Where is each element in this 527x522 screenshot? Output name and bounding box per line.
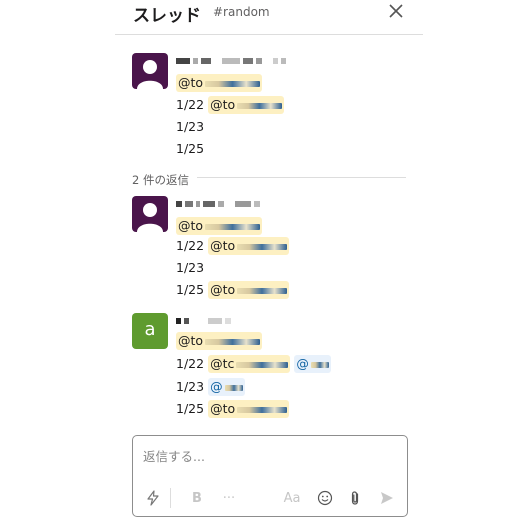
format-toggle-button[interactable]: Aa xyxy=(280,486,304,510)
reply-input[interactable] xyxy=(141,444,395,468)
mention-link[interactable]: @to xyxy=(208,237,290,255)
mention-link[interactable]: @ xyxy=(208,378,245,396)
author-name[interactable] xyxy=(176,55,286,67)
message-line: 1/23 xyxy=(176,258,204,278)
channel-link[interactable]: #random xyxy=(213,5,270,19)
person-icon xyxy=(137,203,163,232)
avatar[interactable] xyxy=(132,196,168,232)
send-icon[interactable] xyxy=(375,486,399,510)
avatar[interactable]: a xyxy=(132,313,168,349)
message-line: @to xyxy=(176,216,263,236)
thread-panel: スレッド #random @to 1/22 @to 1/23 1/25 2 件の… xyxy=(115,0,423,522)
date-text: 1/25 xyxy=(176,401,205,416)
mention-link[interactable]: @to xyxy=(176,332,263,350)
author-name[interactable] xyxy=(176,198,260,210)
mention-link[interactable]: @to xyxy=(208,281,290,299)
reply-composer: B ··· Aa xyxy=(132,435,408,517)
attachment-icon[interactable] xyxy=(343,486,367,510)
mention-link[interactable]: @to xyxy=(208,96,285,114)
date-text: 1/23 xyxy=(176,119,205,134)
message-line: 1/25 @to xyxy=(176,280,290,300)
bold-button[interactable]: B xyxy=(185,486,209,510)
mention-link[interactable]: @to xyxy=(208,400,290,418)
message-line: @to xyxy=(176,73,263,93)
date-text: 1/22 xyxy=(176,238,205,253)
toolbar-divider xyxy=(170,488,171,508)
mention-link[interactable]: @to xyxy=(176,217,263,235)
avatar[interactable] xyxy=(132,53,168,89)
composer-toolbar: B ··· Aa xyxy=(133,486,407,510)
reply-count: 2 件の返信 xyxy=(132,173,197,187)
mention-link[interactable]: @to xyxy=(176,74,263,92)
author-name[interactable] xyxy=(176,315,231,327)
date-text: 1/25 xyxy=(176,282,205,297)
message-line: @to xyxy=(176,331,263,351)
message-line: 1/22 @to xyxy=(176,236,290,256)
date-text: 1/23 xyxy=(176,379,205,394)
date-text: 1/25 xyxy=(176,141,205,156)
replies-divider: 2 件の返信 xyxy=(132,169,406,187)
mention-link[interactable]: @ xyxy=(294,355,331,373)
date-text: 1/22 xyxy=(176,97,205,112)
thread-title: スレッド xyxy=(133,6,201,26)
thread-header: スレッド #random xyxy=(115,0,423,35)
person-icon xyxy=(137,60,163,89)
message-line: 1/25 xyxy=(176,139,204,159)
more-formatting-button[interactable]: ··· xyxy=(217,486,241,510)
message-line: 1/22 @to xyxy=(176,95,285,115)
message-line: 1/23 @ xyxy=(176,377,245,397)
date-text: 1/23 xyxy=(176,260,205,275)
emoji-icon[interactable] xyxy=(313,486,337,510)
message-line: 1/22 @tc @ xyxy=(176,354,331,374)
mention-link[interactable]: @tc xyxy=(208,355,291,373)
message-line: 1/25 @to xyxy=(176,399,290,419)
close-icon[interactable] xyxy=(385,0,407,22)
date-text: 1/22 xyxy=(176,356,205,371)
shortcuts-bolt-icon[interactable] xyxy=(141,486,165,510)
message-line: 1/23 xyxy=(176,117,204,137)
